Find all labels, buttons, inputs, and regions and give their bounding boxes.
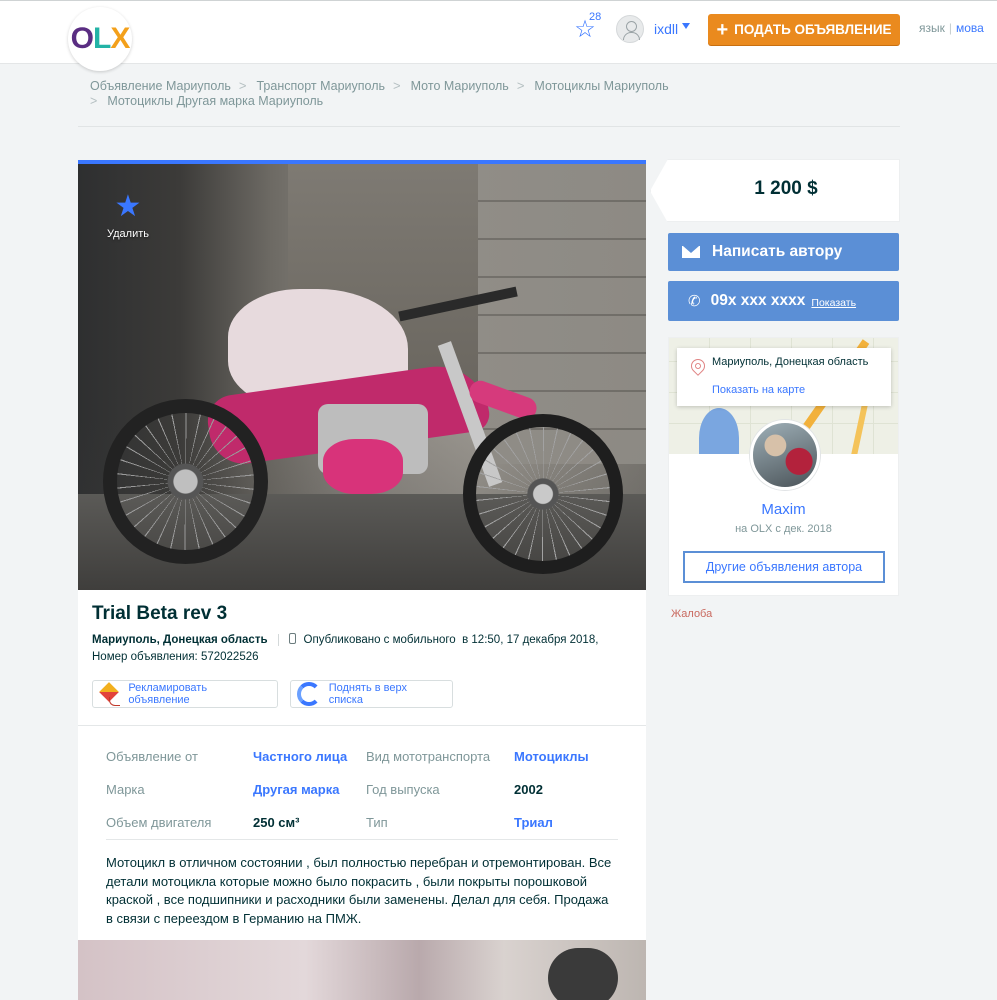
other-ads-button[interactable]: Другие объявления автора: [683, 551, 885, 583]
ad-photo-2[interactable]: [78, 940, 646, 1000]
remove-favorite-label: Удалить: [107, 228, 149, 240]
location-city: Мариуполь, Донецкая область: [712, 356, 869, 368]
divider: [78, 725, 646, 726]
raise-ad-label: Поднять в верх списка: [328, 682, 407, 706]
user-menu[interactable]: ixdll: [654, 21, 678, 37]
promote-ad-button[interactable]: Рекламировать объявление: [92, 680, 278, 708]
mobile-phone-icon: [288, 633, 296, 644]
raise-ad-button[interactable]: Поднять в верх списка: [290, 680, 453, 708]
divider: [106, 839, 618, 840]
show-phone-button[interactable]: ✆ 09x xxx xxxx Показать: [668, 281, 899, 321]
kite-icon: [99, 683, 121, 706]
breadcrumb-item[interactable]: Мотоциклы Мариуполь: [534, 77, 668, 96]
ad-number: Номер объявления: 572022526: [92, 651, 259, 663]
param-value-link[interactable]: Частного лица: [253, 749, 347, 764]
ad-photo[interactable]: ★ Удалить: [78, 164, 646, 590]
phone-icon: ✆: [688, 293, 701, 310]
seller-since: на OLX с дек. 2018: [735, 523, 832, 535]
lang-label: язык: [919, 21, 945, 35]
lang-separator: |: [948, 21, 952, 35]
chevron-right-icon: >: [90, 94, 98, 108]
language-switch: язык | мова: [919, 21, 984, 35]
chevron-down-icon[interactable]: [682, 23, 690, 29]
remove-favorite-button[interactable]: ★ Удалить: [105, 190, 151, 241]
breadcrumb: Объявление Мариуполь > Транспорт Мариуполь…: [90, 76, 890, 96]
breadcrumb-item[interactable]: Мото Мариуполь: [411, 77, 509, 96]
breadcrumb-line-2: > Мотоциклы Другая марка Мариуполь: [90, 94, 323, 108]
meta-separator: [277, 633, 279, 646]
post-ad-label: ПОДАТЬ ОБЪЯВЛЕНИЕ: [734, 22, 892, 37]
plus-icon: +: [716, 18, 729, 41]
star-icon: ★: [114, 190, 142, 223]
mail-icon: [682, 246, 700, 258]
olx-logo[interactable]: OLX: [68, 7, 132, 71]
message-author-button[interactable]: Написать автору: [668, 233, 899, 271]
param-key: Объявление от: [106, 749, 198, 764]
show-on-map-link[interactable]: Показать на карте: [712, 384, 805, 396]
published-at: в 12:50, 17 декабря 2018,: [462, 634, 599, 646]
chevron-right-icon: >: [238, 78, 247, 93]
param-row: Марка Другая марка Год выпуска 2002: [106, 782, 618, 802]
photo-rear-wheel: [103, 399, 268, 564]
ad-description: Мотоцикл в отличном состоянии , был полн…: [106, 855, 612, 926]
lang-option-ukrainian[interactable]: мова: [956, 21, 984, 35]
ad-title: Trial Beta rev 3: [92, 603, 228, 624]
seller-avatar[interactable]: [750, 420, 820, 490]
param-row: Объем двигателя 250 см³ Тип Триал: [106, 815, 618, 835]
photo-front-wheel: [463, 414, 623, 574]
photo-detail: [548, 948, 618, 1000]
show-phone-link[interactable]: Показать: [811, 297, 856, 309]
price: 1 200 $: [754, 178, 818, 199]
phone-number: 09x xxx xxxx: [710, 292, 806, 309]
seller-box: Мариуполь, Донецкая область Показать на …: [668, 337, 899, 596]
param-key: Вид мототранспорта: [366, 749, 491, 764]
refresh-icon: [297, 682, 321, 706]
param-value-link[interactable]: Триал: [514, 815, 553, 830]
param-value: 250 см³: [253, 815, 300, 830]
complaint-link[interactable]: Жалоба: [671, 608, 712, 620]
user-avatar-icon[interactable]: [616, 15, 644, 43]
seller-name[interactable]: Maxim: [669, 501, 898, 518]
published-via: Опубликовано с мобильного: [303, 634, 456, 646]
param-value-link[interactable]: Мотоциклы: [514, 749, 589, 764]
ad-location: Мариуполь, Донецкая область: [92, 634, 268, 646]
param-row: Объявление от Частного лица Вид мототран…: [106, 749, 618, 769]
photo-engine: [323, 439, 403, 494]
promote-ad-label: Рекламировать объявление: [128, 682, 208, 706]
param-value: 2002: [514, 782, 543, 797]
ad-card: ★ Удалить Trial Beta rev 3 Мариуполь, До…: [78, 160, 646, 1000]
param-key: Тип: [366, 815, 388, 830]
chevron-right-icon: >: [516, 78, 525, 93]
breadcrumb-item[interactable]: Мотоциклы Другая марка Мариуполь: [107, 94, 323, 108]
favorites-count: 28: [589, 11, 602, 23]
post-ad-button[interactable]: + ПОДАТЬ ОБЪЯВЛЕНИЕ: [708, 14, 900, 45]
top-header: OLX ☆ 28 ixdll + ПОДАТЬ ОБЪЯВЛЕНИЕ язык |…: [0, 0, 997, 71]
divider: [78, 126, 900, 127]
ad-meta: Мариуполь, Донецкая область Опубликовано …: [92, 633, 598, 646]
param-key: Объем двигателя: [106, 815, 212, 830]
location-pin-icon: [688, 356, 708, 376]
param-key: Марка: [106, 782, 145, 797]
param-value-link[interactable]: Другая марка: [253, 782, 339, 797]
param-key: Год выпуска: [366, 782, 440, 797]
price-box: 1 200 $: [650, 159, 900, 223]
location-card: Мариуполь, Донецкая область Показать на …: [677, 348, 891, 406]
chevron-right-icon: >: [393, 78, 401, 93]
message-author-label: Написать автору: [712, 243, 843, 260]
